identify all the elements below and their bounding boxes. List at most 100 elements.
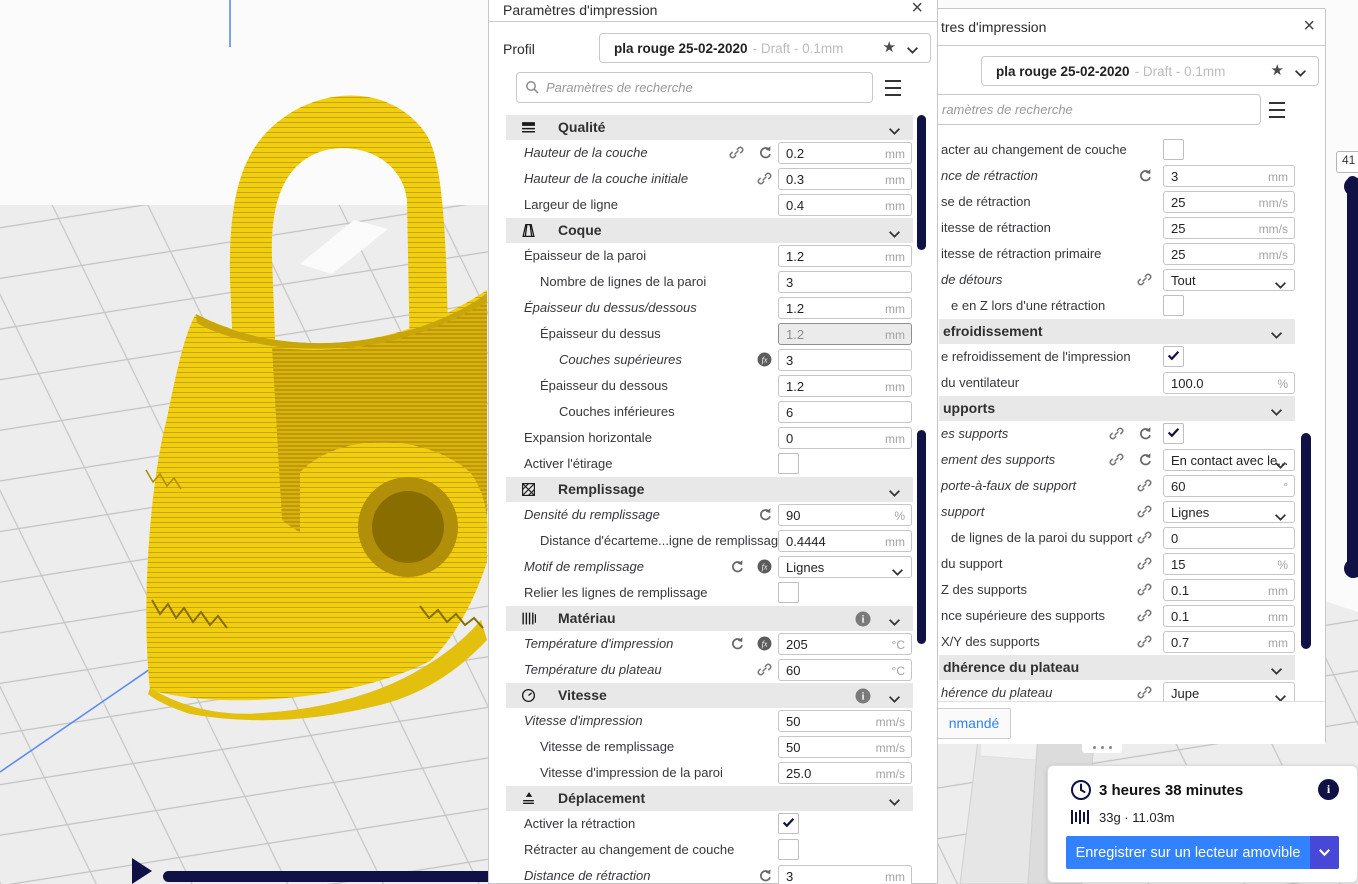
undo-icon[interactable] <box>729 636 744 651</box>
star-icon[interactable]: ★ <box>1271 61 1284 79</box>
setting-dropdown[interactable]: Lignes <box>1163 501 1295 523</box>
chevron-down-icon[interactable] <box>888 230 901 239</box>
setting-value-field[interactable]: 25mm/s <box>1163 217 1295 239</box>
setting-dropdown[interactable]: Tout <box>1163 269 1295 291</box>
setting-value-field[interactable]: 50mm/s <box>778 736 912 758</box>
search-input[interactable]: Paramètres de recherche <box>516 72 873 103</box>
setting-checkbox[interactable] <box>778 839 799 860</box>
layer-slider[interactable] <box>1347 176 1358 578</box>
setting-value-field[interactable]: 0.3mm <box>778 168 912 190</box>
setting-value-field[interactable]: 1.2mm <box>778 245 912 267</box>
setting-checkbox[interactable] <box>778 453 799 474</box>
setting-checkbox[interactable] <box>1163 139 1184 160</box>
search-input[interactable]: ramètres de recherche <box>935 94 1261 125</box>
section-header-coque[interactable]: Coque <box>506 218 913 243</box>
section-header-mat-riau[interactable]: Matériaui <box>506 606 913 631</box>
scrollbar[interactable] <box>917 115 926 250</box>
chevron-down-icon[interactable] <box>1274 513 1287 522</box>
settings-visibility-menu-icon[interactable] <box>885 80 901 96</box>
section-header-remplissage[interactable]: Remplissage <box>506 477 913 502</box>
chevron-down-icon[interactable] <box>888 618 901 627</box>
setting-value-field[interactable]: 25mm/s <box>1163 191 1295 213</box>
profile-dropdown[interactable]: pla rouge 25-02-2020 - Draft - 0.1mm ★ <box>599 33 931 63</box>
chevron-down-icon[interactable] <box>1270 408 1283 417</box>
setting-value-field[interactable]: 25.0mm/s <box>778 762 912 784</box>
undo-icon[interactable] <box>1137 168 1152 183</box>
setting-value-field[interactable]: 15% <box>1163 553 1295 575</box>
chevron-down-icon[interactable] <box>1294 66 1307 81</box>
setting-value-field[interactable]: 3mm <box>778 865 912 884</box>
info-icon[interactable]: i <box>1318 779 1339 800</box>
chevron-down-icon[interactable] <box>888 489 901 498</box>
setting-row: Largeur de ligne0.4mm <box>506 192 913 218</box>
setting-checkbox[interactable] <box>1163 346 1184 367</box>
play-button[interactable] <box>132 858 152 884</box>
setting-checkbox[interactable] <box>1163 423 1184 444</box>
undo-icon[interactable] <box>757 145 772 160</box>
chevron-down-icon[interactable] <box>906 43 919 58</box>
chevron-down-icon[interactable] <box>891 568 904 577</box>
recommended-mode-button[interactable]: nmandé <box>937 708 1011 739</box>
setting-value-field[interactable]: 0.1mm <box>1163 579 1295 601</box>
chevron-down-icon[interactable] <box>1270 667 1283 676</box>
scrollbar[interactable] <box>917 430 926 644</box>
setting-value-field[interactable]: 3mm <box>1163 165 1295 187</box>
undo-icon[interactable] <box>757 507 772 522</box>
section-header-qualit[interactable]: Qualité <box>506 115 913 140</box>
section-header-vitesse[interactable]: Vitessei <box>506 683 913 708</box>
save-to-removable-drive-button[interactable]: Enregistrer sur un lecteur amovible <box>1066 836 1310 869</box>
close-icon[interactable]: × <box>911 0 923 16</box>
section-header-efroidissement[interactable]: efroidissement <box>939 319 1295 344</box>
star-icon[interactable]: ★ <box>883 38 896 56</box>
chevron-down-icon[interactable] <box>888 127 901 136</box>
chevron-down-icon[interactable] <box>888 798 901 807</box>
setting-value-field[interactable]: 50mm/s <box>778 710 912 732</box>
section-header-upports[interactable]: upports <box>939 396 1295 421</box>
setting-value-field[interactable]: 1.2mm <box>778 297 912 319</box>
undo-icon[interactable] <box>757 868 772 883</box>
chevron-down-icon[interactable] <box>1274 461 1287 470</box>
setting-checkbox[interactable] <box>1163 295 1184 316</box>
setting-value-field[interactable]: 0.7mm <box>1163 631 1295 653</box>
setting-row: Rétracter au changement de couche <box>506 837 913 863</box>
setting-value-field[interactable]: 1.2mm <box>778 323 912 345</box>
setting-checkbox[interactable] <box>778 582 799 603</box>
save-options-chevron[interactable] <box>1310 836 1339 869</box>
setting-dropdown[interactable]: Lignes <box>778 556 912 578</box>
setting-value-field[interactable]: 3 <box>778 271 912 293</box>
close-icon[interactable]: × <box>1303 18 1315 34</box>
setting-value-field[interactable]: 0.1mm <box>1163 605 1295 627</box>
setting-value-field[interactable]: 0 <box>1163 527 1295 549</box>
setting-value-field[interactable]: 6 <box>778 401 912 423</box>
setting-value-field[interactable]: 60°C <box>778 659 912 681</box>
setting-value-field[interactable]: 0.4mm <box>778 194 912 216</box>
section-header-d-placement[interactable]: Déplacement <box>506 786 913 811</box>
panel-drag-handle[interactable] <box>1082 741 1122 753</box>
setting-value-field[interactable]: 205°C <box>778 633 912 655</box>
model-3d[interactable] <box>146 96 487 721</box>
section-header-dh-rence-du-plateau[interactable]: dhérence du plateau <box>939 655 1295 680</box>
setting-checkbox[interactable] <box>778 813 799 834</box>
chevron-down-icon[interactable] <box>1274 281 1287 290</box>
setting-value-field[interactable]: 25mm/s <box>1163 243 1295 265</box>
setting-value-field[interactable]: 100.0% <box>1163 372 1295 394</box>
setting-value-field[interactable]: 60° <box>1163 475 1295 497</box>
setting-value-field[interactable]: 0.4444mm <box>778 530 912 552</box>
setting-value-field[interactable]: 90% <box>778 504 912 526</box>
setting-value-field[interactable]: 0mm <box>778 427 912 449</box>
layer-slider-handle-bottom[interactable] <box>1344 559 1358 578</box>
setting-value-field[interactable]: 3 <box>778 349 912 371</box>
settings-visibility-menu-icon[interactable] <box>1269 102 1285 118</box>
scrollbar[interactable] <box>1301 433 1311 649</box>
undo-icon[interactable] <box>1137 426 1152 441</box>
setting-value-field[interactable]: 0.2mm <box>778 142 912 164</box>
chevron-down-icon[interactable] <box>1270 331 1283 340</box>
setting-dropdown[interactable]: En contact avec le... <box>1163 449 1295 471</box>
chevron-down-icon[interactable] <box>888 695 901 704</box>
profile-dropdown[interactable]: pla rouge 25-02-2020 - Draft - 0.1mm ★ <box>981 56 1319 86</box>
undo-icon[interactable] <box>729 559 744 574</box>
undo-icon[interactable] <box>1137 452 1152 467</box>
layer-slider-handle-top[interactable] <box>1344 177 1358 196</box>
layer-timeline-bar[interactable] <box>163 871 493 882</box>
setting-value-field[interactable]: 1.2mm <box>778 375 912 397</box>
